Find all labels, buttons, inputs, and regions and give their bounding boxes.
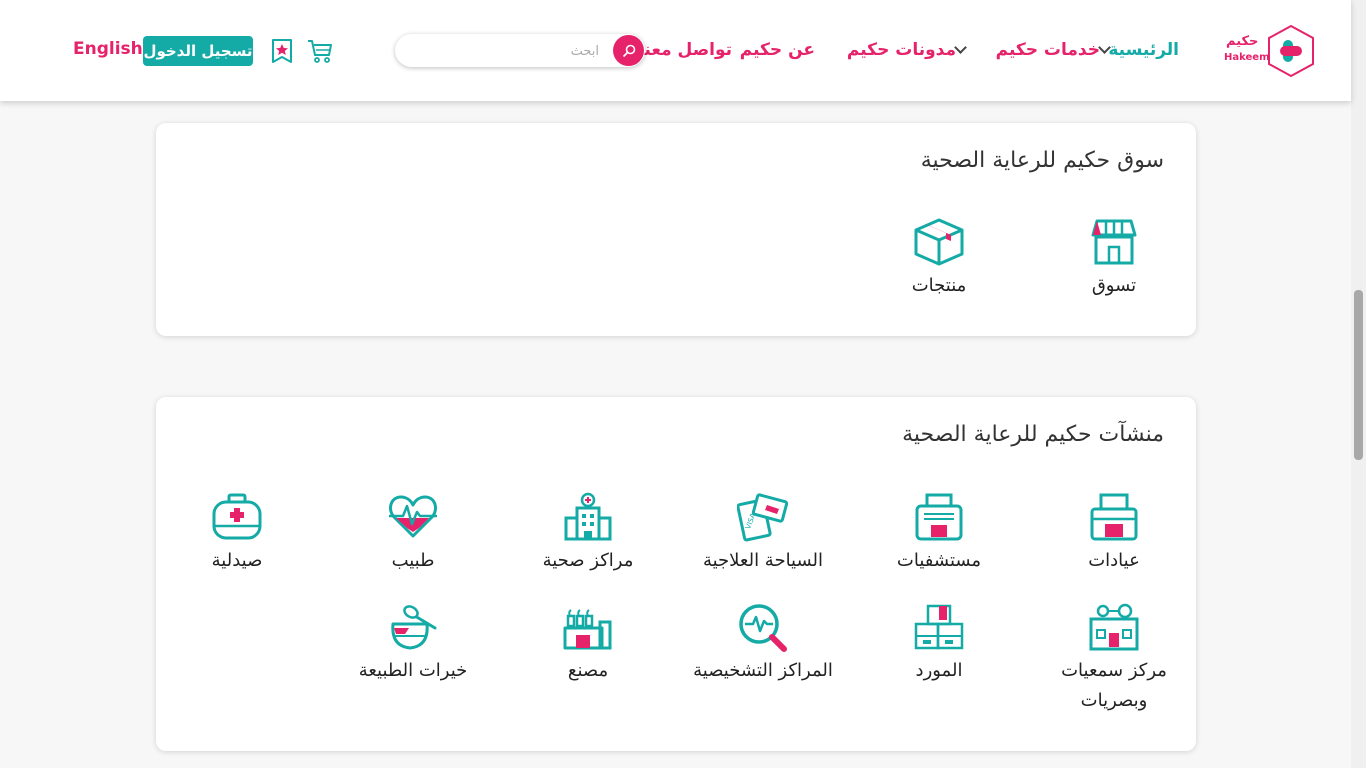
language-switch[interactable]: English [73,39,143,59]
facility-pharmacy[interactable]: صيدلية [162,492,312,576]
tile-label: المورد [915,660,963,681]
nav-services-label: خدمات حكيم [995,40,1100,60]
box-icon [914,218,964,266]
diagnostic-magnifier-icon [739,604,787,652]
heartbeat-icon [389,495,437,538]
facility-natures-goods[interactable]: خيرات الطبيعة [338,602,488,686]
boxes-icon [914,604,964,650]
facility-factory[interactable]: مصنع [513,602,663,686]
hakeem-logo[interactable]: حكيم Hakeem [1222,24,1316,78]
facility-hospitals[interactable]: مستشفيات [864,492,1014,576]
chevron-down-icon [1098,41,1111,54]
tile-label: تسوق [1091,275,1137,296]
first-aid-kit-icon [212,493,262,540]
honey-icon [391,605,437,650]
facility-clinics[interactable]: عيادات [1039,492,1189,576]
tile-label: خيرات الطبيعة [358,660,468,681]
nav-services[interactable]: خدمات حكيم [996,38,1117,62]
health-center-icon [564,492,612,541]
hospital-icon [915,493,963,541]
tile-label: المراكز التشخيصية [693,660,833,681]
facilities-card: منشآت حكيم للرعاية الصحية عيادات مستشفيا… [156,397,1196,751]
search-box [395,34,645,69]
market-title: سوق حكيم للرعاية الصحية [920,148,1164,173]
nav-blogs-label: مدونات حكيم [846,40,956,60]
cart-button[interactable] [306,37,334,69]
store-icon [1091,219,1137,265]
tile-label: مستشفيات [896,550,982,571]
facility-supplier[interactable]: المورد [864,602,1014,686]
wishlist-button[interactable] [270,38,294,68]
market-item-shop[interactable]: تسوق [1039,217,1189,301]
tile-label: السياحة العلاجية [702,550,824,571]
facilities-title: منشآت حكيم للرعاية الصحية [902,422,1164,447]
tile-label: صيدلية [211,550,263,571]
nav-about[interactable]: عن حكيم [740,38,815,62]
login-button[interactable]: تسجيل الدخول [143,36,253,66]
top-navbar: حكيم Hakeem الرئيسية خدمات حكيم مدونات ح… [0,0,1351,101]
tile-label: مصنع [567,660,609,681]
logo-arabic-text: حكيم [1226,34,1259,49]
tile-label: مركز سمعيات وبصريات [1061,660,1167,711]
facility-doctor[interactable]: طبيب [338,492,488,576]
nav-blogs[interactable]: مدونات حكيم [847,38,973,62]
logo-english-text: Hakeem [1224,52,1270,63]
shopping-cart-icon [308,40,332,63]
glasses-icon [1089,603,1139,651]
facility-diagnostic-centers[interactable]: المراكز التشخيصية [688,602,838,686]
chevron-down-icon [954,41,967,54]
passport-icon: VISA [737,493,789,542]
tile-label: مراكز صحية [542,550,634,571]
tile-label: طبيب [391,550,435,571]
tile-label: منتجات [911,275,967,296]
market-card: سوق حكيم للرعاية الصحية تسوق منتجات [156,123,1196,336]
nav-home[interactable]: الرئيسية [1108,38,1179,62]
clinic-icon [1090,493,1138,541]
facility-audio-optics[interactable]: مركز سمعيات وبصريات [1039,602,1189,716]
facility-medical-tourism[interactable]: VISA السياحة العلاجية [688,492,838,576]
search-input[interactable] [407,34,601,69]
search-button[interactable] [613,35,644,66]
search-icon [622,44,635,57]
market-item-products[interactable]: منتجات [864,217,1014,301]
tile-label: عيادات [1088,550,1140,571]
facility-health-centers[interactable]: مراكز صحية [513,492,663,576]
factory-icon [563,609,612,650]
logo-hexagon-icon [1268,24,1314,78]
bookmark-star-icon [272,39,292,63]
page-scrollbar-thumb[interactable] [1354,290,1363,460]
nav-contact[interactable]: تواصل معنا [638,38,732,62]
